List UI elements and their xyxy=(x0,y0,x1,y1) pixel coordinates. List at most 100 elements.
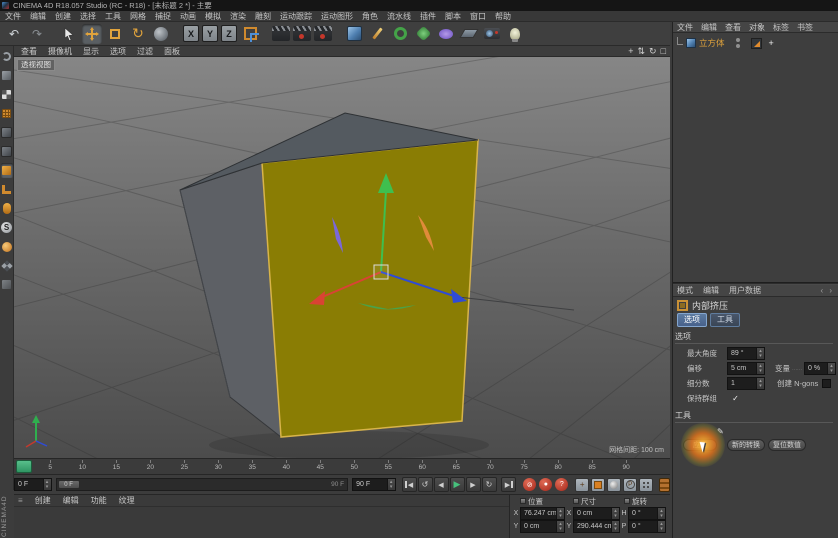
tab-tool[interactable]: 工具 xyxy=(710,313,740,327)
object-manager-menu-item[interactable]: 对象 xyxy=(749,22,765,33)
workplane-icon[interactable] xyxy=(1,258,13,273)
object-manager-menu-item[interactable]: 查看 xyxy=(725,22,741,33)
spline-pen-icon[interactable] xyxy=(367,24,387,44)
viewport-menu-item[interactable]: 过滤 xyxy=(137,46,153,57)
keyframe-selection-button[interactable]: ? xyxy=(555,478,568,491)
history-nav-arrows[interactable]: ‹ › xyxy=(820,286,834,295)
camera-icon[interactable] xyxy=(482,24,502,44)
snap-settings-icon[interactable]: S xyxy=(1,220,13,235)
rotate-view-icon[interactable]: ↻ xyxy=(649,46,657,57)
texture-axis-icon[interactable] xyxy=(1,106,13,121)
frame-end-field[interactable]: 90 F xyxy=(352,478,395,491)
key-parameter-toggle[interactable]: P xyxy=(623,478,637,492)
axis-lock-x-button[interactable]: X xyxy=(183,25,199,42)
selection-cross-tag[interactable]: + xyxy=(769,38,774,48)
environment-icon[interactable] xyxy=(436,24,456,44)
toggle-view-icon[interactable]: □ xyxy=(661,46,666,57)
pan-view-icon[interactable]: + xyxy=(628,46,633,57)
material-menu-item[interactable]: 编辑 xyxy=(63,495,79,506)
make-editable-icon[interactable] xyxy=(1,49,13,64)
visibility-dots[interactable] xyxy=(736,38,740,48)
viewport-label[interactable]: 透视视图 xyxy=(17,59,55,71)
tool-group-label[interactable]: 工具 xyxy=(675,410,833,423)
main-menu-item[interactable]: 角色 xyxy=(362,11,378,22)
point-mode-icon[interactable] xyxy=(1,125,13,140)
offset-field[interactable]: 5 cm xyxy=(727,362,765,375)
rotate-tool-icon[interactable]: ↻ xyxy=(128,24,148,44)
main-menu-item[interactable]: 渲染 xyxy=(230,11,246,22)
viewport-menu-item[interactable]: 选项 xyxy=(110,46,126,57)
object-row-cube[interactable]: 立方体 + xyxy=(673,36,838,50)
viewport-menu-item[interactable]: 显示 xyxy=(83,46,99,57)
main-menu-item[interactable]: 网格 xyxy=(130,11,146,22)
next-key-button[interactable]: ↻ xyxy=(482,477,497,492)
main-menu-item[interactable]: 编辑 xyxy=(30,11,46,22)
next-frame-button[interactable]: ▶ xyxy=(466,477,481,492)
lock-workplane-icon[interactable] xyxy=(1,277,13,292)
cube-object-icon[interactable] xyxy=(686,38,696,48)
key-position-toggle[interactable]: + xyxy=(575,478,589,492)
object-manager-menu-item[interactable]: 编辑 xyxy=(701,22,717,33)
size-value-field[interactable]: 290.444 cm xyxy=(573,520,620,533)
texture-mode-icon[interactable] xyxy=(1,87,13,102)
key-scale-toggle[interactable] xyxy=(591,478,605,492)
prev-frame-button[interactable]: ◀ xyxy=(434,477,449,492)
model-mode-icon[interactable] xyxy=(1,68,13,83)
enable-snap-icon[interactable] xyxy=(1,239,13,254)
last-tool-icon[interactable] xyxy=(151,24,171,44)
frame-slider-handle[interactable]: 0 F xyxy=(58,480,80,489)
render-view-icon[interactable] xyxy=(272,26,290,41)
key-pla-toggle[interactable] xyxy=(639,478,653,492)
play-button[interactable]: ▶ xyxy=(450,477,465,492)
ngons-checkbox[interactable] xyxy=(822,379,831,388)
light-icon[interactable] xyxy=(505,24,525,44)
redo-icon[interactable]: ↷ xyxy=(27,24,47,44)
render-picture-viewer-icon[interactable] xyxy=(293,26,311,41)
object-manager-menu-item[interactable]: 标签 xyxy=(773,22,789,33)
main-menu-item[interactable]: 工具 xyxy=(105,11,121,22)
preserve-groups-checkbox[interactable]: ✓ xyxy=(731,394,740,403)
floor-icon[interactable] xyxy=(459,24,479,44)
axis-lock-y-button[interactable]: Y xyxy=(202,25,218,42)
autokey-button[interactable]: ● xyxy=(539,478,552,491)
coordinate-system-icon[interactable] xyxy=(240,24,260,44)
object-name[interactable]: 立方体 xyxy=(699,37,725,49)
enable-axis-icon[interactable] xyxy=(1,182,13,197)
material-menu-item[interactable]: 纹理 xyxy=(119,495,135,506)
main-menu-item[interactable]: 运动图形 xyxy=(321,11,353,22)
live-selection-icon[interactable] xyxy=(59,24,79,44)
main-menu-item[interactable]: 脚本 xyxy=(445,11,461,22)
viewport-menu-item[interactable]: 查看 xyxy=(21,46,37,57)
attribute-menu-item[interactable]: 编辑 xyxy=(703,285,719,296)
record-keyframe-button[interactable]: ⊘ xyxy=(523,478,536,491)
object-manager-menu-item[interactable]: 书签 xyxy=(797,22,813,33)
material-menu-item[interactable]: 创建 xyxy=(35,495,51,506)
rotation-value-field[interactable]: 0 ° xyxy=(628,507,666,520)
variance-field[interactable]: 0 % xyxy=(804,362,836,375)
viewport-canvas[interactable]: 透视视图 网格间距: 100 cm xyxy=(14,57,670,458)
polygon-selection-tag[interactable] xyxy=(751,38,762,49)
generator-subdivide-icon[interactable] xyxy=(390,24,410,44)
material-menu-item[interactable]: 功能 xyxy=(91,495,107,506)
main-menu-item[interactable]: 动画 xyxy=(180,11,196,22)
object-manager-body[interactable]: 立方体 + xyxy=(673,36,838,282)
tab-options[interactable]: 选项 xyxy=(677,313,707,327)
zoom-view-icon[interactable]: ⇅ xyxy=(637,46,645,57)
max-angle-field[interactable]: 89 ° xyxy=(727,347,765,360)
main-menu-item[interactable]: 模拟 xyxy=(205,11,221,22)
timeline-ruler[interactable]: 051015202530354045505560657075808590 xyxy=(14,458,670,475)
axis-lock-z-button[interactable]: Z xyxy=(221,25,237,42)
goto-end-button[interactable]: ▶ xyxy=(501,477,516,492)
main-menu-item[interactable]: 插件 xyxy=(420,11,436,22)
primitive-cube-icon[interactable] xyxy=(344,24,364,44)
frame-range-slider[interactable]: 0 F 90 F xyxy=(56,478,349,491)
cube-front-face-selected[interactable] xyxy=(262,140,478,437)
rotation-value-field[interactable]: 0 ° xyxy=(628,520,666,533)
main-menu-item[interactable]: 选择 xyxy=(80,11,96,22)
main-menu-item[interactable]: 窗口 xyxy=(470,11,486,22)
position-value-field[interactable]: 0 cm xyxy=(520,520,565,533)
attribute-menu-item[interactable]: 用户数据 xyxy=(729,285,761,296)
main-menu-item[interactable]: 流水线 xyxy=(387,11,411,22)
main-menu-item[interactable]: 创建 xyxy=(55,11,71,22)
key-rotation-toggle[interactable] xyxy=(607,478,621,492)
